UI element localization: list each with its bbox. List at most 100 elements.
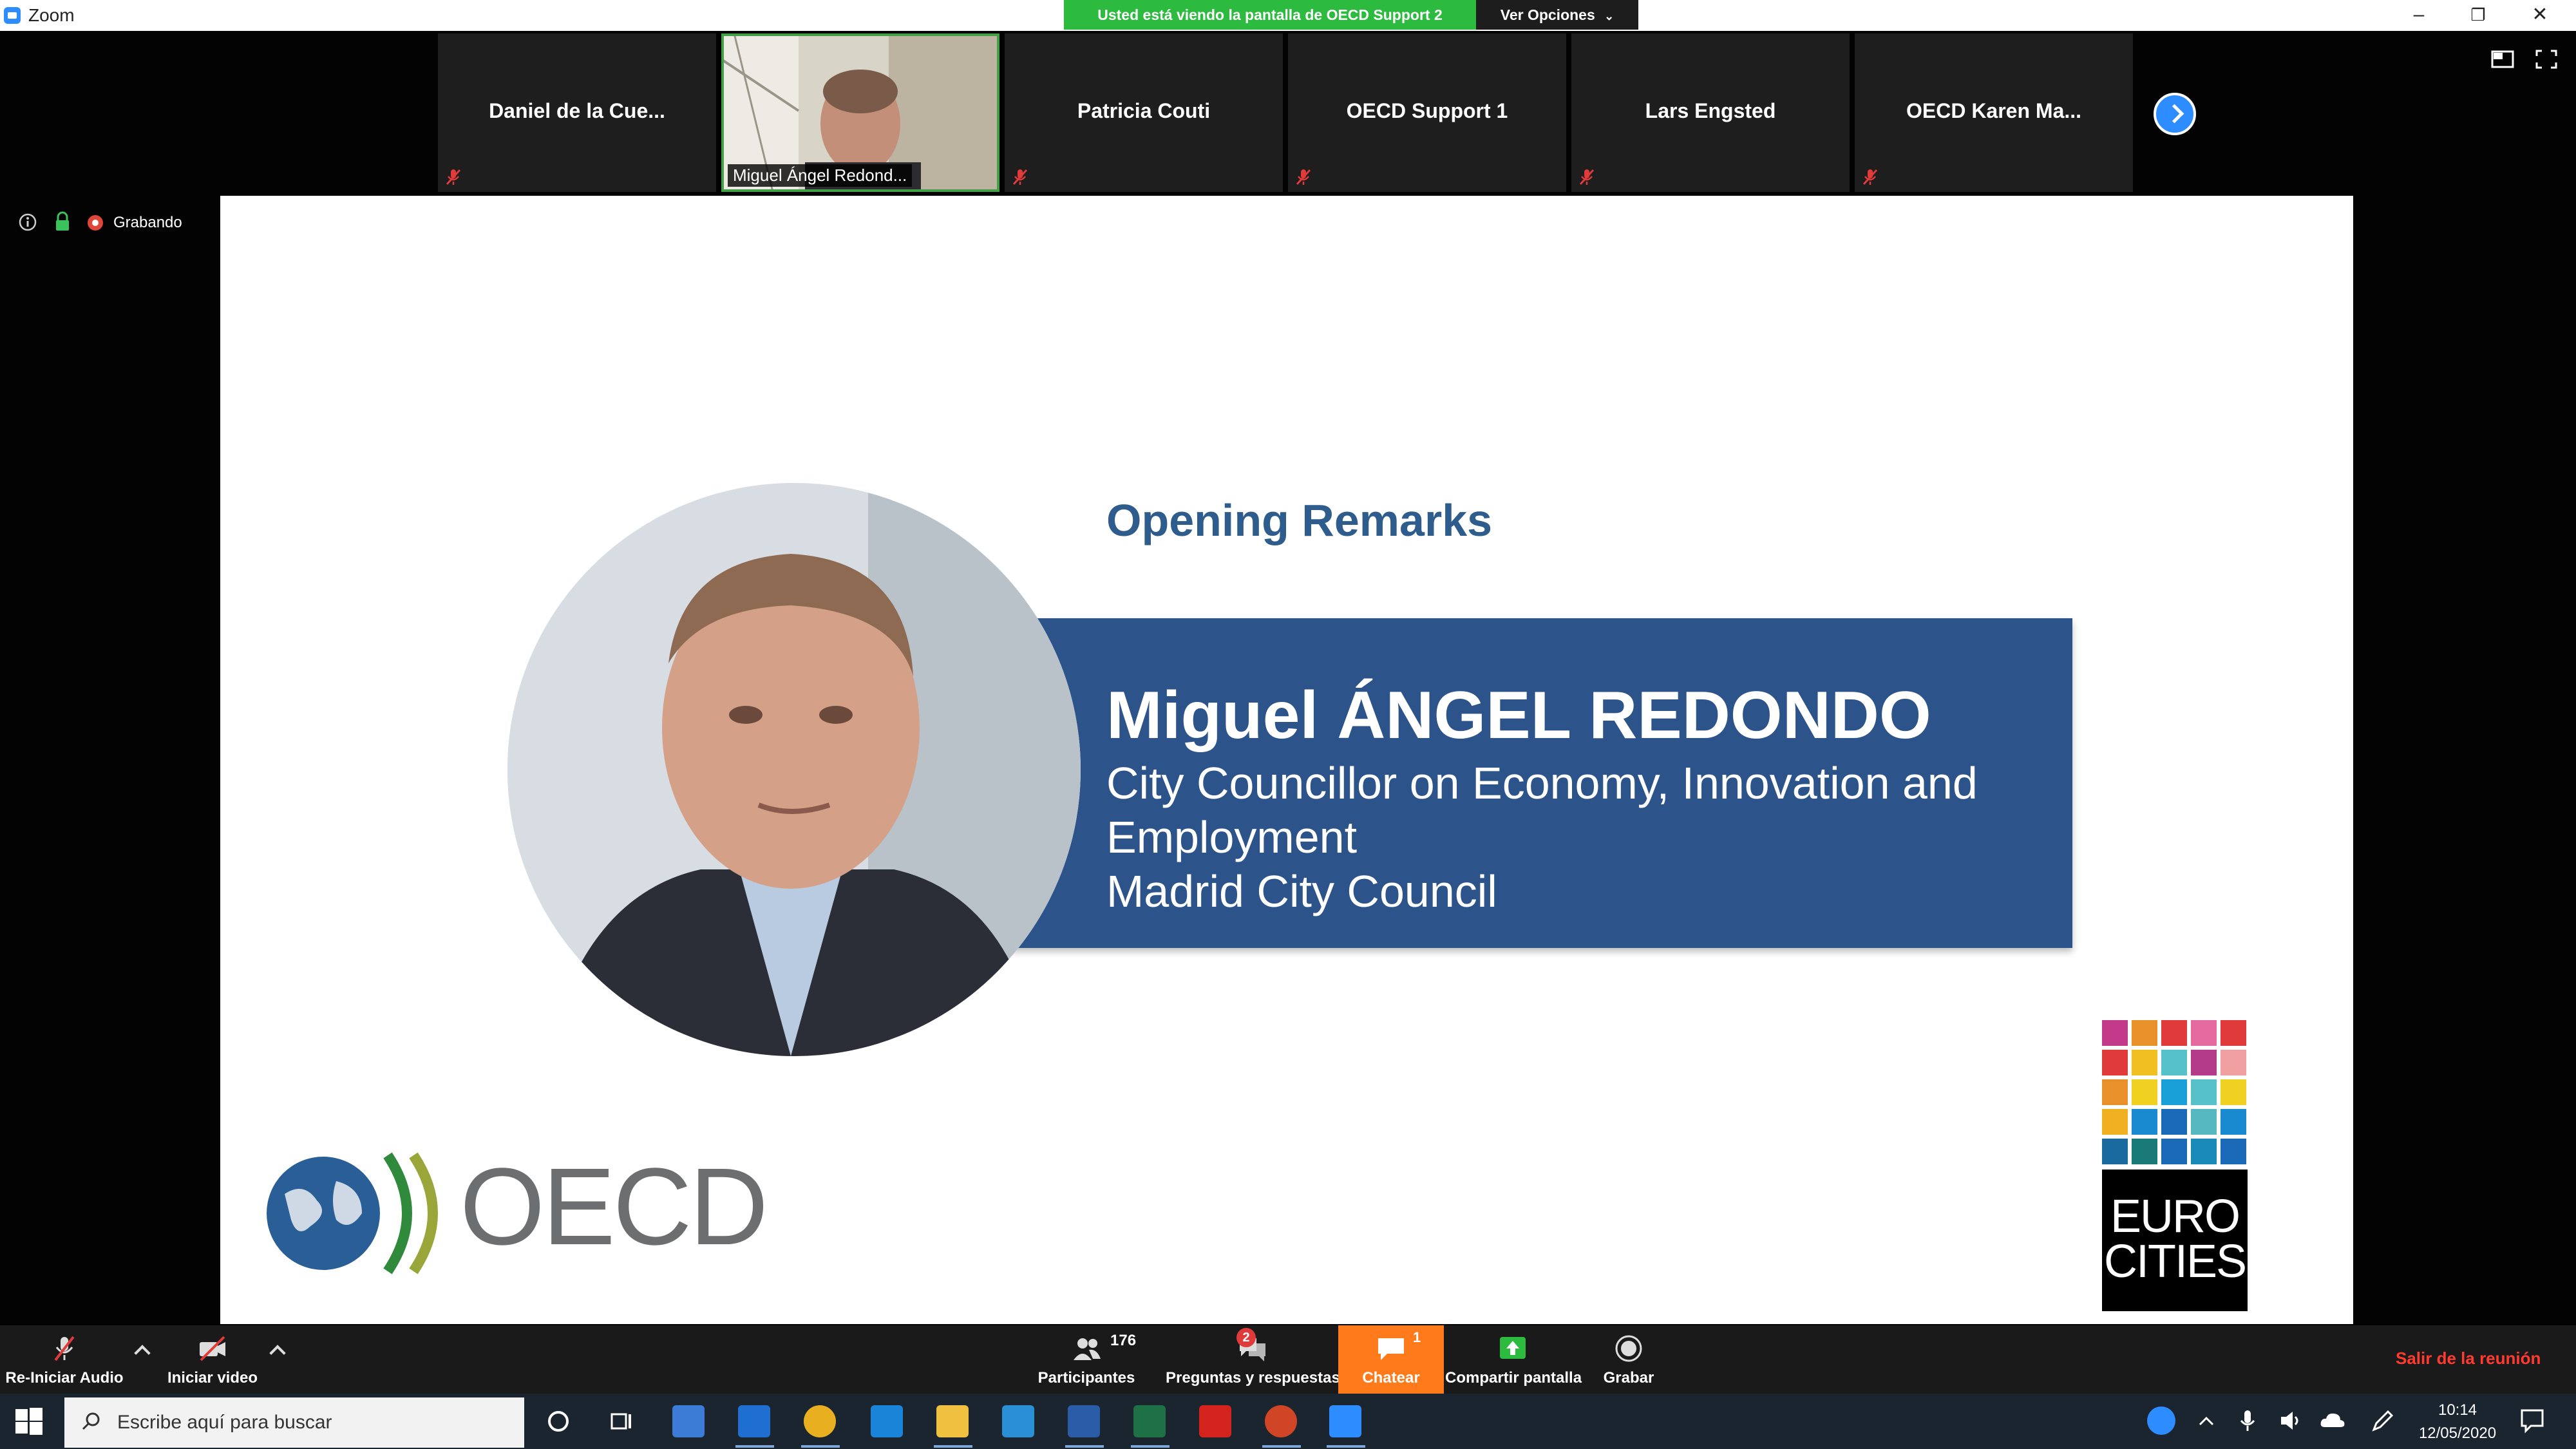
microphone-icon[interactable] [2233, 1406, 2262, 1435]
eurocities-grid-cell [2161, 1139, 2187, 1164]
view-options-label: Ver Opciones [1500, 6, 1595, 23]
video-options-caret[interactable] [269, 1345, 286, 1361]
participants-count: 176 [1110, 1332, 1137, 1349]
record-label: Grabar [1603, 1369, 1654, 1387]
audio-button[interactable]: Re-Iniciar Audio [0, 1325, 129, 1394]
app-title: Zoom [28, 5, 75, 25]
eurocities-grid-cell [2102, 1079, 2128, 1105]
acrobat-icon[interactable] [1199, 1405, 1231, 1437]
eurocities-grid-cell [2132, 1079, 2157, 1105]
close-button[interactable]: ✕ [2510, 0, 2570, 31]
participant-name: Lars Engsted [1645, 99, 1776, 122]
taskbar-search-box[interactable]: Escribe aquí para buscar [64, 1397, 524, 1448]
speaker-name: Miguel ÁNGEL REDONDO [1106, 678, 1931, 753]
eurocities-color-grid [2102, 1020, 2248, 1166]
recording-label: Grabando [113, 214, 182, 231]
participant-tile[interactable]: OECD Support 1 [1288, 33, 1566, 192]
file-explorer-icon[interactable] [936, 1405, 969, 1437]
view-options-button[interactable]: Ver Opciones ⌄ [1476, 0, 1638, 30]
running-indicator [801, 1445, 840, 1448]
share-screen-icon [1500, 1337, 1526, 1359]
eurocities-grid-cell [2161, 1109, 2187, 1135]
eurocities-grid-cell [2221, 1079, 2246, 1105]
eurocities-grid-cell [2102, 1020, 2128, 1046]
cortana-icon[interactable] [542, 1405, 574, 1437]
eurocities-grid-cell [2161, 1050, 2187, 1075]
zoom-taskbar-icon[interactable] [1329, 1405, 1361, 1437]
eurocities-grid-cell [2191, 1079, 2217, 1105]
running-indicator [934, 1445, 972, 1448]
participant-name: Miguel Ángel Redond... [728, 164, 913, 187]
audio-options-caret[interactable] [134, 1345, 151, 1361]
windows-taskbar: Escribe aquí para buscar 10:14 12/05/202… [0, 1394, 2576, 1449]
mic-muted-icon [1012, 169, 1028, 185]
running-indicator [1131, 1445, 1170, 1448]
eurocities-grid-cell [2221, 1050, 2246, 1075]
share-screen-button[interactable]: Compartir pantalla [1445, 1325, 1582, 1394]
task-view-icon[interactable] [605, 1405, 638, 1437]
participants-button[interactable]: 176 Participantes [1030, 1325, 1142, 1394]
info-icon[interactable] [18, 213, 37, 232]
notifications-icon[interactable] [2518, 1406, 2546, 1435]
pen-icon[interactable] [2369, 1406, 2397, 1435]
participant-tile[interactable]: Daniel de la Cue... [438, 33, 716, 192]
participant-tile[interactable]: Lars Engsted [1571, 33, 1850, 192]
eurocities-grid-cell [2132, 1050, 2157, 1075]
fullscreen-icon[interactable] [2535, 49, 2558, 70]
participant-tile[interactable]: OECD Karen Ma... [1855, 33, 2133, 192]
audio-label: Re-Iniciar Audio [5, 1369, 124, 1387]
windows-start-icon[interactable] [15, 1408, 43, 1435]
zoom-window: Zoom Usted está viendo la pantalla de OE… [0, 0, 2576, 1449]
mic-muted-icon [1296, 169, 1311, 185]
view-layout-icon[interactable] [2491, 49, 2514, 70]
zoom-app-icon [4, 7, 21, 24]
help-tray-icon[interactable] [2147, 1406, 2175, 1435]
slide-heading: Opening Remarks [1106, 495, 1493, 545]
title-bar: Zoom Usted está viendo la pantalla de OE… [0, 0, 2576, 31]
eurocities-wordmark: EURO CITIES [2102, 1170, 2248, 1311]
pinned-app-icon[interactable] [672, 1405, 705, 1437]
restore-button[interactable]: ❐ [2448, 0, 2508, 31]
chevron-down-icon: ⌄ [1604, 10, 1615, 23]
speaker-organization: Madrid City Council [1106, 866, 1497, 916]
record-button[interactable]: Grabar [1593, 1325, 1664, 1394]
edge-icon[interactable] [871, 1405, 903, 1437]
oecd-logo-text: OECD [460, 1146, 768, 1268]
eurocities-grid-cell [2191, 1050, 2217, 1075]
minimize-button[interactable]: – [2389, 0, 2448, 31]
qa-button[interactable]: 2 Preguntas y respuestas [1166, 1325, 1340, 1394]
powerpoint-icon[interactable] [1265, 1405, 1297, 1437]
volume-icon[interactable] [2276, 1406, 2304, 1435]
oecd-logo: OECD [265, 1146, 768, 1278]
participant-tile-video[interactable]: Miguel Ángel Redond... [721, 33, 999, 192]
chat-button[interactable]: 1 Chatear [1338, 1325, 1444, 1394]
eurocities-grid-cell [2102, 1109, 2128, 1135]
cloud-icon[interactable] [2318, 1406, 2347, 1435]
leave-meeting-button[interactable]: Salir de la reunión [2396, 1349, 2541, 1368]
eurocities-text: CITIES [2103, 1236, 2247, 1287]
meeting-toolbar: Re-Iniciar Audio Iniciar video 176 Parti… [0, 1325, 2576, 1394]
eurocities-grid-cell [2221, 1020, 2246, 1046]
participant-tile[interactable]: Patricia Couti [1005, 33, 1283, 192]
next-participants-button[interactable] [2154, 93, 2196, 135]
word-icon[interactable] [1068, 1405, 1100, 1437]
mic-muted-icon [1579, 169, 1595, 185]
eurocities-grid-cell [2221, 1109, 2246, 1135]
participants-icon [1074, 1338, 1101, 1360]
taskbar-clock[interactable]: 10:14 12/05/2020 [2406, 1399, 2509, 1445]
chrome-icon[interactable] [804, 1405, 836, 1437]
lock-icon[interactable] [54, 211, 71, 232]
eurocities-grid-cell [2102, 1050, 2128, 1075]
shared-screen-slide: Opening Remarks Miguel ÁNGEL REDONDO Cit… [220, 196, 2353, 1324]
participants-label: Participantes [1037, 1369, 1135, 1387]
outlook-icon[interactable] [738, 1405, 770, 1437]
qa-badge: 2 [1236, 1328, 1256, 1347]
excel-icon[interactable] [1133, 1405, 1166, 1437]
mic-muted-icon [446, 169, 461, 185]
eurocities-grid-cell [2191, 1139, 2217, 1164]
participant-name: OECD Karen Ma... [1906, 99, 2082, 122]
video-button[interactable]: Iniciar video [161, 1325, 264, 1394]
chevron-up-icon[interactable] [2192, 1406, 2221, 1435]
internet-explorer-icon[interactable] [1002, 1405, 1034, 1437]
mic-muted-icon [54, 1336, 75, 1361]
